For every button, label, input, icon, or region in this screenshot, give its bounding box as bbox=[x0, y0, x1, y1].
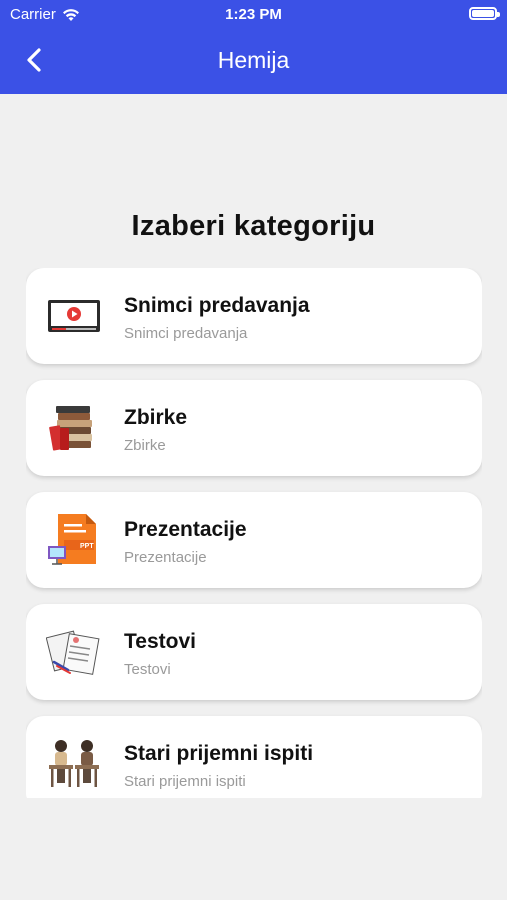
category-subtitle: Zbirke bbox=[124, 437, 166, 454]
section-heading: Izaberi kategoriju bbox=[131, 210, 376, 242]
test-papers-icon bbox=[46, 630, 100, 675]
category-card-snimci-predavanja[interactable]: Snimci predavanja Snimci predavanja bbox=[26, 268, 482, 364]
ppt-presentation-icon: PPT bbox=[48, 514, 96, 565]
category-title: Stari prijemni ispiti bbox=[124, 742, 314, 765]
category-card-stari-prijemni-ispiti[interactable]: Stari prijemni ispiti Stari prijemni isp… bbox=[26, 716, 482, 798]
students-exam-icon bbox=[49, 740, 99, 787]
category-subtitle: Testovi bbox=[124, 661, 171, 678]
category-list: Snimci predavanja Snimci predavanja Zbir… bbox=[26, 268, 482, 798]
status-time: 1:23 PM bbox=[225, 6, 282, 23]
category-card-prezentacije[interactable]: PPT Prezentacije Prezentacije bbox=[26, 492, 482, 588]
category-title: Zbirke bbox=[124, 406, 188, 429]
category-card-testovi[interactable]: Testovi Testovi bbox=[26, 604, 482, 700]
category-title: Prezentacije bbox=[124, 518, 247, 541]
page-title: Hemija bbox=[217, 47, 290, 73]
category-title: Testovi bbox=[124, 630, 196, 653]
navigation-bar: Carrier 1:23 PM Hemija bbox=[0, 0, 507, 94]
category-card-zbirke[interactable]: Zbirke Zbirke bbox=[26, 380, 482, 476]
video-lecture-icon bbox=[48, 300, 100, 332]
status-bar: Carrier 1:23 PM bbox=[0, 0, 507, 28]
category-subtitle: Snimci predavanja bbox=[124, 325, 248, 342]
category-title: Snimci predavanja bbox=[124, 294, 310, 317]
battery-icon bbox=[469, 7, 500, 20]
category-subtitle: Stari prijemni ispiti bbox=[124, 773, 246, 790]
books-icon bbox=[49, 406, 92, 451]
svg-text:PPT: PPT bbox=[80, 543, 94, 550]
category-subtitle: Prezentacije bbox=[124, 549, 207, 566]
